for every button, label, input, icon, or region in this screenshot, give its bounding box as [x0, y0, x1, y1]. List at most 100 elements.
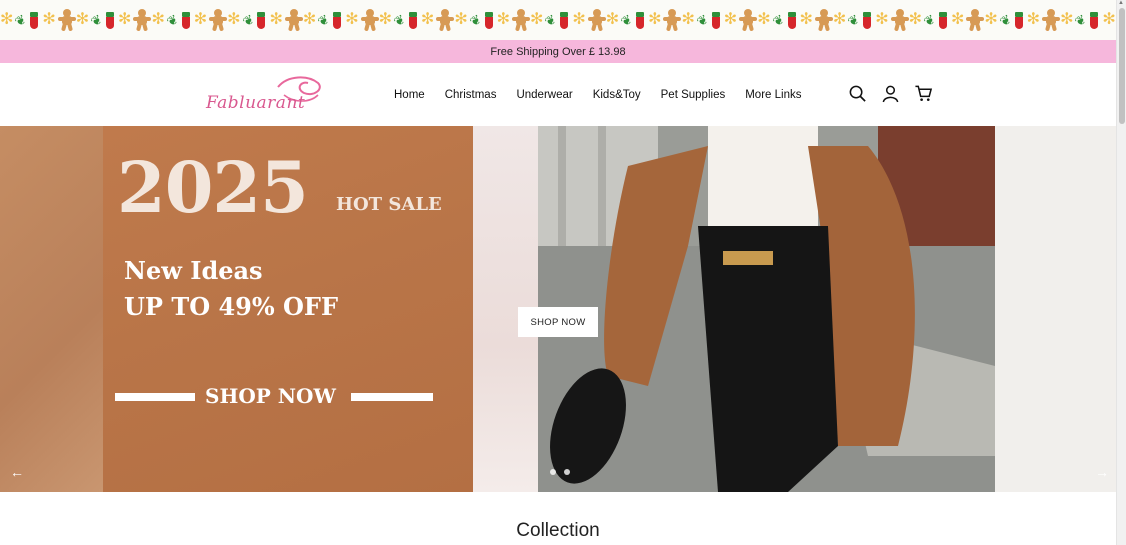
stocking-icon	[558, 11, 570, 29]
gingerbread-icon	[1042, 9, 1061, 32]
festive-pattern-unit: ✻ ❦ ✻	[454, 9, 531, 32]
slider-prev-arrow-icon[interactable]: ←	[10, 464, 24, 480]
snowflake-icon: ✻	[496, 11, 511, 28]
hero-right-background	[995, 126, 1116, 492]
holly-icon: ❦	[315, 10, 333, 30]
stocking-icon	[483, 11, 495, 29]
slider-dots	[550, 469, 570, 475]
snowflake-icon: ✻	[0, 11, 14, 28]
snowflake-icon: ✻	[151, 11, 165, 28]
gingerbread-icon	[436, 9, 455, 32]
nav-item-christmas[interactable]: Christmas	[435, 89, 507, 101]
snowflake-icon: ✻	[984, 11, 998, 28]
holly-icon: ❦	[1072, 10, 1090, 30]
stocking-icon	[1013, 11, 1025, 29]
festive-pattern-unit: ✻ ❦ ✻	[832, 9, 909, 32]
festive-pattern-unit: ✻ ❦ ✻	[1060, 9, 1116, 31]
nav-item-underwear[interactable]: Underwear	[506, 89, 582, 101]
hero-promo-cta-label: SHOP NOW	[205, 384, 336, 408]
hero-left-background	[0, 126, 103, 492]
snowflake-icon: ✻	[681, 11, 695, 28]
gingerbread-icon	[209, 9, 228, 32]
scroll-up-arrow-icon[interactable]: ▲	[1118, 0, 1124, 6]
holly-icon: ❦	[88, 10, 106, 30]
announcement-text: Free Shipping Over £ 13.98	[490, 45, 626, 58]
holly-icon: ❦	[542, 10, 560, 30]
snowflake-icon: ✻	[1060, 11, 1074, 28]
gingerbread-icon	[587, 9, 606, 32]
header-actions	[848, 84, 933, 103]
snowflake-icon: ✻	[75, 11, 90, 28]
holly-icon: ❦	[845, 10, 863, 30]
hero-headline-line1: New Ideas	[124, 256, 263, 285]
gingerbread-icon	[739, 9, 758, 32]
slider-dot[interactable]	[550, 469, 556, 475]
shop-now-button[interactable]: SHOP NOW	[518, 307, 598, 337]
snowflake-icon: ✻	[723, 11, 738, 28]
holly-icon: ❦	[466, 10, 484, 30]
holly-icon: ❦	[693, 10, 711, 30]
cart-icon[interactable]	[914, 84, 933, 103]
holly-icon: ❦	[239, 10, 257, 30]
snowflake-icon: ✻	[1102, 11, 1116, 28]
snowflake-icon: ✻	[875, 11, 889, 28]
site-header: Fabluarant Home Christmas Underwear Kids…	[0, 63, 1116, 126]
nav-item-kids-toy[interactable]: Kids&Toy	[583, 89, 651, 101]
stocking-icon	[28, 11, 40, 29]
snowflake-icon: ✻	[345, 11, 359, 28]
holly-icon: ❦	[996, 10, 1014, 30]
festive-pattern-unit: ✻ ❦ ✻	[303, 9, 379, 32]
snowflake-icon: ✻	[950, 11, 965, 28]
stocking-icon	[331, 11, 343, 29]
gingerbread-icon	[284, 9, 303, 32]
holly-icon: ❦	[12, 10, 30, 30]
festive-pattern-unit: ✻ ❦ ✻	[227, 9, 303, 32]
gingerbread-icon	[890, 9, 909, 32]
stocking-icon	[104, 11, 116, 29]
brand-logo[interactable]: Fabluarant	[200, 73, 330, 117]
snowflake-icon: ✻	[648, 11, 662, 28]
nav-item-more-links[interactable]: More Links	[735, 89, 811, 101]
slider-dot[interactable]	[564, 469, 570, 475]
festive-pattern-unit: ✻ ❦ ✻	[984, 9, 1061, 32]
page-scrollbar[interactable]: ▲	[1116, 0, 1126, 545]
slider-next-arrow-icon[interactable]: →	[1095, 464, 1109, 480]
main-nav: Home Christmas Underwear Kids&Toy Pet Su…	[384, 63, 811, 126]
collection-heading: Collection	[516, 520, 600, 541]
gingerbread-icon	[57, 9, 76, 32]
gingerbread-icon	[814, 9, 833, 32]
stocking-icon	[1088, 11, 1100, 29]
hero-promo-cta[interactable]: SHOP NOW	[115, 382, 433, 412]
stocking-icon	[861, 11, 873, 29]
snowflake-icon: ✻	[572, 11, 586, 28]
gingerbread-icon	[663, 9, 682, 32]
snowflake-icon: ✻	[378, 11, 392, 28]
model-photo-illustration	[538, 126, 995, 492]
holly-icon: ❦	[163, 10, 181, 30]
announcement-bar: Free Shipping Over £ 13.98	[0, 40, 1116, 63]
snowflake-icon: ✻	[193, 11, 208, 28]
snowflake-icon: ✻	[454, 11, 468, 28]
hero-banner[interactable]: 2025 HOT SALE New Ideas UP TO 49% OFF SH…	[0, 126, 1116, 492]
scrollbar-thumb[interactable]	[1119, 8, 1125, 124]
nav-item-home[interactable]: Home	[384, 89, 435, 101]
snowflake-icon: ✻	[118, 11, 132, 28]
snowflake-icon: ✻	[908, 11, 923, 28]
festive-banner-strip: ✻ ❦ ✻ ✻ ❦ ✻ ✻ ❦ ✻ ✻ ❦ ✻ ✻ ❦ ✻ ✻ ❦ ✻ ✻ ❦ ✻ ✻ ❦ ✻ ✻ ❦ ✻ ✻ ❦ ✻ ✻ ❦ ✻ ✻ ❦ ✻ ✻ ❦ ✻ ✻…	[0, 0, 1116, 40]
account-icon[interactable]	[881, 84, 900, 103]
holly-icon: ❦	[921, 10, 938, 30]
cta-line-left	[115, 393, 195, 401]
snowflake-icon: ✻	[799, 11, 813, 28]
stocking-icon	[255, 11, 267, 29]
snowflake-icon: ✻	[227, 11, 241, 28]
search-icon[interactable]	[848, 84, 867, 103]
festive-pattern-unit: ✻ ❦ ✻	[530, 9, 606, 32]
festive-pattern-unit: ✻ ❦ ✻	[378, 9, 455, 32]
stocking-icon	[786, 11, 798, 29]
snowflake-icon: ✻	[1026, 11, 1041, 28]
gingerbread-icon	[512, 9, 531, 32]
nav-item-pet-supplies[interactable]: Pet Supplies	[651, 89, 736, 101]
snowflake-icon: ✻	[832, 11, 847, 28]
snowflake-icon: ✻	[420, 11, 435, 28]
hero-hot-sale: HOT SALE	[336, 194, 442, 215]
